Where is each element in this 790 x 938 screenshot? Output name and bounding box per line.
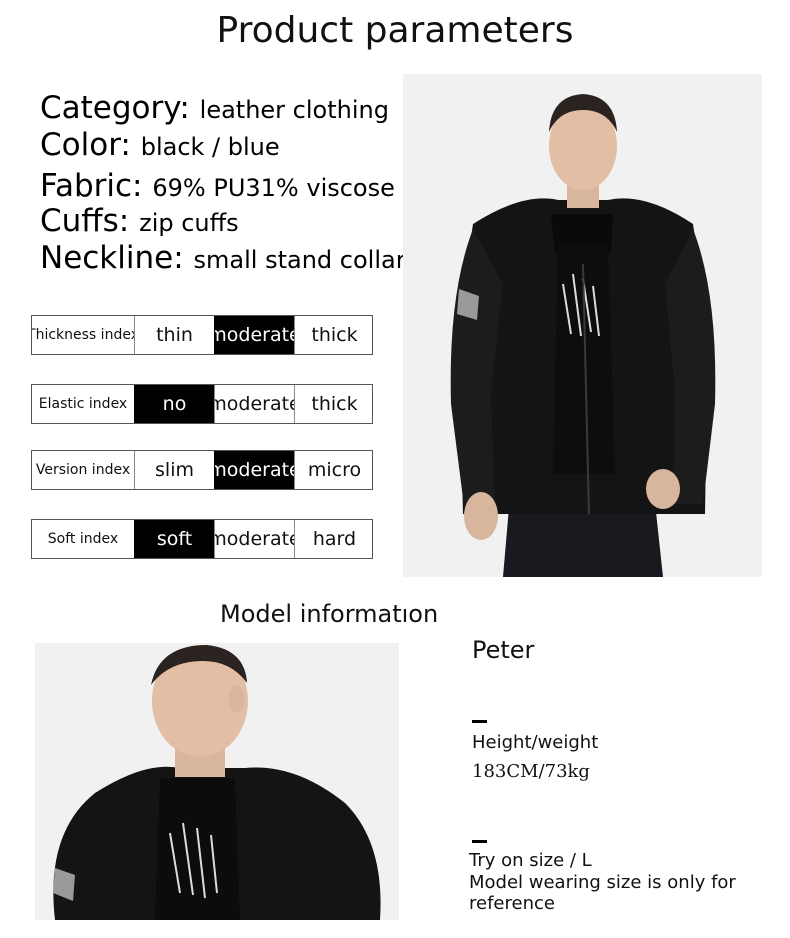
index-option: slim [134, 451, 214, 489]
spec-neckline: Neckline: small stand collar [40, 240, 406, 278]
index-option: soft [134, 520, 214, 558]
index-option: thin [134, 316, 214, 354]
version-index-table: Version index slim moderate micro [31, 450, 373, 490]
height-weight-value: 183CM/73kg [472, 761, 590, 782]
thickness-index-table: Thickness index thin moderate thick [31, 315, 373, 355]
spec-label: Fabric: [40, 168, 143, 204]
index-label: Elastic index [38, 396, 128, 412]
index-option: moderate [214, 520, 294, 558]
page-title: Product parameters [216, 10, 574, 51]
divider [472, 720, 487, 723]
index-option: micro [294, 451, 374, 489]
index-option: no [134, 385, 214, 423]
spec-fabric: Fabric: 69% PU31% viscose [40, 168, 395, 206]
index-label: Version index [35, 462, 131, 478]
spec-value: black / blue [140, 133, 280, 161]
index-option: moderate [214, 316, 294, 354]
soft-index-table: Soft index soft moderate hard [31, 519, 373, 559]
spec-category: Category: leather clothing [40, 90, 389, 128]
height-weight-label: Height/weight [472, 732, 599, 753]
spec-value: zip cuffs [139, 209, 239, 237]
spec-label: Category: [40, 90, 190, 126]
index-option: moderate [214, 451, 294, 489]
size-note-cont: reference [469, 893, 555, 914]
spec-cuffs: Cuffs: zip cuffs [40, 203, 239, 241]
size-note: Model wearing size is only for [469, 872, 736, 893]
product-photo [403, 74, 762, 577]
spec-value: 69% PU31% viscose [152, 174, 395, 202]
index-option: hard [294, 520, 374, 558]
spec-value: leather clothing [199, 96, 389, 124]
spec-label: Cuffs: [40, 203, 130, 239]
spec-label: Color: [40, 127, 131, 163]
index-label: Soft index [47, 531, 119, 547]
elastic-index-table: Elastic index no moderate thick [31, 384, 373, 424]
divider [472, 840, 487, 843]
index-label: Thickness index [32, 327, 134, 343]
model-photo [35, 643, 399, 920]
index-option: thick [294, 385, 374, 423]
model-section-title: Model informatıon [220, 600, 439, 628]
spec-color: Color: black / blue [40, 127, 280, 165]
spec-label: Neckline: [40, 240, 184, 276]
spec-value: small stand collar [193, 246, 406, 274]
index-option: thick [294, 316, 374, 354]
model-name: Peter [472, 636, 535, 664]
try-on-size: Try on size / L [469, 850, 592, 871]
index-option: moderate [214, 385, 294, 423]
